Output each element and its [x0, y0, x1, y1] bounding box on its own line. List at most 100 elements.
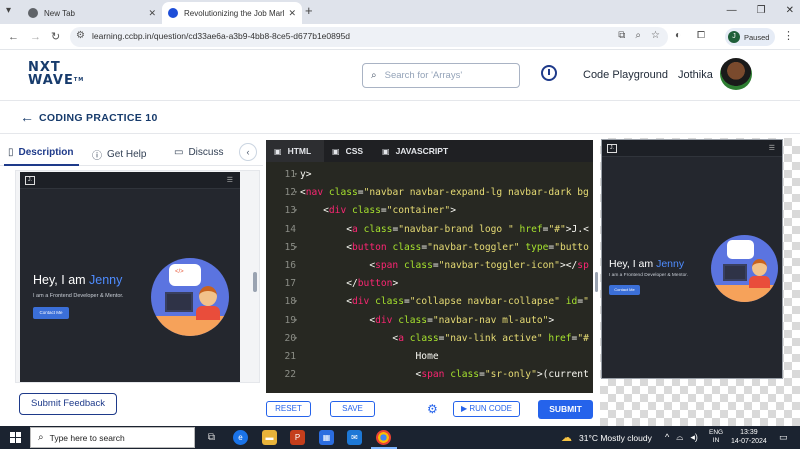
mail-icon[interactable]: ✉ [347, 430, 362, 445]
language-indicator[interactable]: ENG IN [709, 429, 723, 445]
code-line[interactable]: 16 <span class="navbar-toggler-icon"></s… [266, 257, 593, 275]
restore-icon[interactable]: ❐ [757, 3, 766, 19]
powerpoint-icon[interactable]: P [290, 430, 305, 445]
profile-paused-chip[interactable]: J Paused [725, 28, 775, 46]
code-text: <span class="sr-only">(current [415, 369, 589, 381]
edge-icon[interactable]: e [233, 430, 248, 445]
preview-navbar: J. ☰ [602, 140, 782, 157]
line-number: 13 [284, 205, 296, 217]
profile-avatar-image[interactable] [720, 58, 752, 90]
tab-javascript[interactable]: ▣ JAVASCRIPT [374, 140, 458, 162]
volume-icon[interactable]: ◂) [690, 432, 698, 443]
weather-cloudy-icon[interactable]: ☁ [561, 431, 572, 444]
submit-feedback-button[interactable]: Submit Feedback [19, 393, 117, 415]
code-text: </button> [346, 278, 399, 290]
task-view-icon[interactable]: ⧉ [204, 430, 219, 445]
url-bar[interactable]: ⚙ learning.ccbp.in/question/cd33ae6a-a3b… [70, 27, 668, 47]
fold-arrow-icon[interactable]: ▾ [294, 293, 298, 311]
browser-tab-strip: ▾ New Tab ✕ Revolutionizing the Job Mark… [0, 0, 800, 24]
line-number: 18 [284, 296, 296, 308]
taskbar-search-input[interactable]: ⌕ Type here to search [30, 427, 195, 448]
contact-me-button[interactable]: Contact Me [609, 285, 640, 295]
editor-resize-handle[interactable] [595, 272, 598, 292]
fold-arrow-icon[interactable]: ▾ [294, 330, 298, 348]
fold-arrow-icon[interactable]: ▾ [294, 312, 298, 330]
browser-tab-active[interactable]: Revolutionizing the Job Market ✕ [162, 2, 302, 24]
run-code-button[interactable]: ▶ RUN CODE [453, 401, 520, 417]
code-line[interactable]: 22 <span class="sr-only">(current [266, 366, 593, 384]
search-icon: ⌕ [371, 70, 377, 81]
tab-discuss[interactable]: ▭ Discuss [174, 147, 223, 158]
notification-icon[interactable]: ▭ [779, 432, 788, 443]
reload-icon[interactable]: ↻ [51, 30, 60, 44]
store-icon[interactable]: ▦ [319, 430, 334, 445]
save-button[interactable]: SAVE [330, 401, 375, 417]
windows-start-icon[interactable] [10, 432, 21, 443]
code-line[interactable]: 11 y> ▾ [266, 166, 593, 184]
code-line[interactable]: 18 <div class="collapse navbar-collapse"… [266, 293, 593, 311]
tab-get-help[interactable]: ⓘ Get Help [92, 147, 146, 162]
bookmark-star-icon[interactable]: ☆ [651, 30, 660, 41]
site-info-icon[interactable]: ⚙ [76, 30, 85, 41]
fold-arrow-icon[interactable]: ▾ [294, 166, 298, 184]
new-tab-icon[interactable]: + [305, 4, 313, 18]
live-output-preview[interactable]: J. ☰ Hey, I am Jenny I am a Frontend Dev… [601, 139, 783, 379]
fold-arrow-icon[interactable]: ▾ [294, 239, 298, 257]
code-lines[interactable]: 11 y> ▾ 12 <nav class="navbar navbar-expand-… [266, 166, 593, 384]
line-number: 11 [284, 169, 296, 180]
install-app-icon[interactable]: ⧉ [618, 30, 625, 41]
close-tab-icon[interactable]: ✕ [148, 8, 156, 19]
chevron-up-icon[interactable]: ^ [665, 432, 669, 443]
minimize-icon[interactable]: — [727, 3, 737, 19]
browser-menu-icon[interactable]: ⋮ [783, 29, 794, 42]
tab-html[interactable]: ▣ HTML [266, 140, 324, 162]
panel-resize-handle[interactable] [253, 272, 257, 292]
search-input[interactable]: ⌕ Search for 'Arrays' [362, 63, 520, 88]
tab-search-icon[interactable]: ▾ [6, 5, 18, 17]
code-line[interactable]: 20 <a class="nav-link active" href="# ▾ [266, 330, 593, 348]
tab-description[interactable]: ▯ Description [8, 147, 74, 158]
media-icon[interactable]: ◐ [675, 30, 681, 41]
code-text: <div class="navbar-nav ml-auto"> [369, 314, 555, 326]
submit-button[interactable]: SUBMIT [538, 400, 593, 419]
zoom-icon[interactable]: ⌕ [635, 30, 641, 41]
file-explorer-icon[interactable]: ▬ [262, 430, 277, 445]
extensions-icon[interactable]: ⧠ [697, 30, 705, 41]
weather-text[interactable]: 31°C Mostly cloudy [579, 433, 652, 443]
back-icon[interactable]: ← [8, 30, 19, 44]
code-editor[interactable]: ▣ HTML ▣ CSS ▣ JAVASCRIPT 11 y> ▾ 12 <nav cl… [266, 140, 593, 393]
tab-css[interactable]: ▣ CSS [324, 140, 372, 162]
hero-heading: Hey, I am Jenny [33, 273, 123, 287]
line-number: 20 [284, 332, 296, 344]
line-number: 15 [284, 241, 296, 253]
close-tab-icon[interactable]: ✕ [288, 8, 296, 19]
settings-gear-icon[interactable]: ⚙ [427, 402, 438, 416]
clock[interactable]: 13:39 14-07-2024 [731, 429, 767, 446]
search-icon: ⌕ [38, 432, 44, 443]
code-line[interactable]: 13 <div class="container"> ▾ [266, 202, 593, 220]
back-arrow-icon[interactable]: ← [20, 110, 34, 124]
code-line[interactable]: 17 </button> [266, 275, 593, 293]
code-playground-link[interactable]: Code Playground [583, 69, 668, 81]
code-line[interactable]: 21 Home [266, 348, 593, 366]
chrome-icon[interactable] [376, 430, 391, 445]
code-line[interactable]: 12 <nav class="navbar navbar-expand-lg na… [266, 184, 593, 202]
system-tray: ^ ⌓ ◂) [665, 432, 698, 443]
fold-arrow-icon[interactable]: ▾ [294, 202, 298, 220]
expected-output-preview: J. ☰ Hey, I am Jenny I am a Frontend Dev… [20, 172, 240, 382]
code-line[interactable]: 19 <div class="navbar-nav ml-auto"> ▾ [266, 312, 593, 330]
collapse-panel-button[interactable]: ‹ [239, 143, 257, 161]
code-line[interactable]: 14 <a class="navbar-brand logo " href="#… [266, 221, 593, 239]
network-icon[interactable]: ⌓ [676, 432, 683, 443]
search-placeholder: Search for 'Arrays' [384, 70, 463, 81]
close-window-icon[interactable]: ✕ [786, 3, 794, 19]
code-line[interactable]: 15 <button class="navbar-toggler" type="… [266, 239, 593, 257]
nxtwave-logo[interactable]: NXT WAVETM [28, 61, 84, 87]
browser-tab-new-tab[interactable]: New Tab ✕ [22, 2, 162, 24]
fold-arrow-icon[interactable]: ▾ [294, 184, 298, 202]
reset-button[interactable]: RESET [266, 401, 311, 417]
profile-avatar: J [728, 31, 740, 43]
forward-icon[interactable]: → [30, 30, 41, 44]
timer-icon[interactable] [541, 65, 557, 81]
hamburger-icon: ☰ [226, 177, 233, 184]
